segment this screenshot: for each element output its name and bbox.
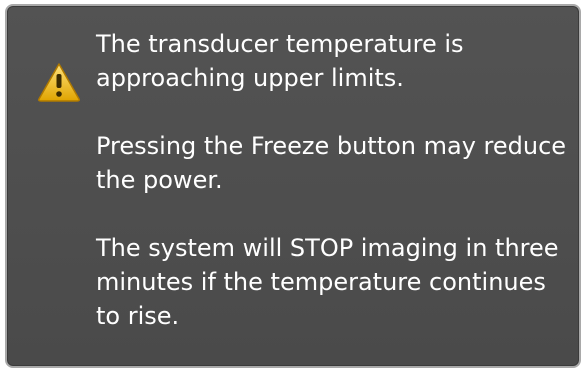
message-paragraph-3: The system will STOP imaging in three mi… (96, 234, 559, 330)
warning-message: The transducer temperature is approachin… (96, 27, 576, 333)
message-paragraph-1: The transducer temperature is approachin… (96, 30, 464, 92)
temperature-warning-dialog: The transducer temperature is approachin… (5, 4, 581, 368)
message-paragraph-2: Pressing the Freeze button may reduce th… (96, 132, 567, 194)
warning-icon (38, 63, 80, 102)
